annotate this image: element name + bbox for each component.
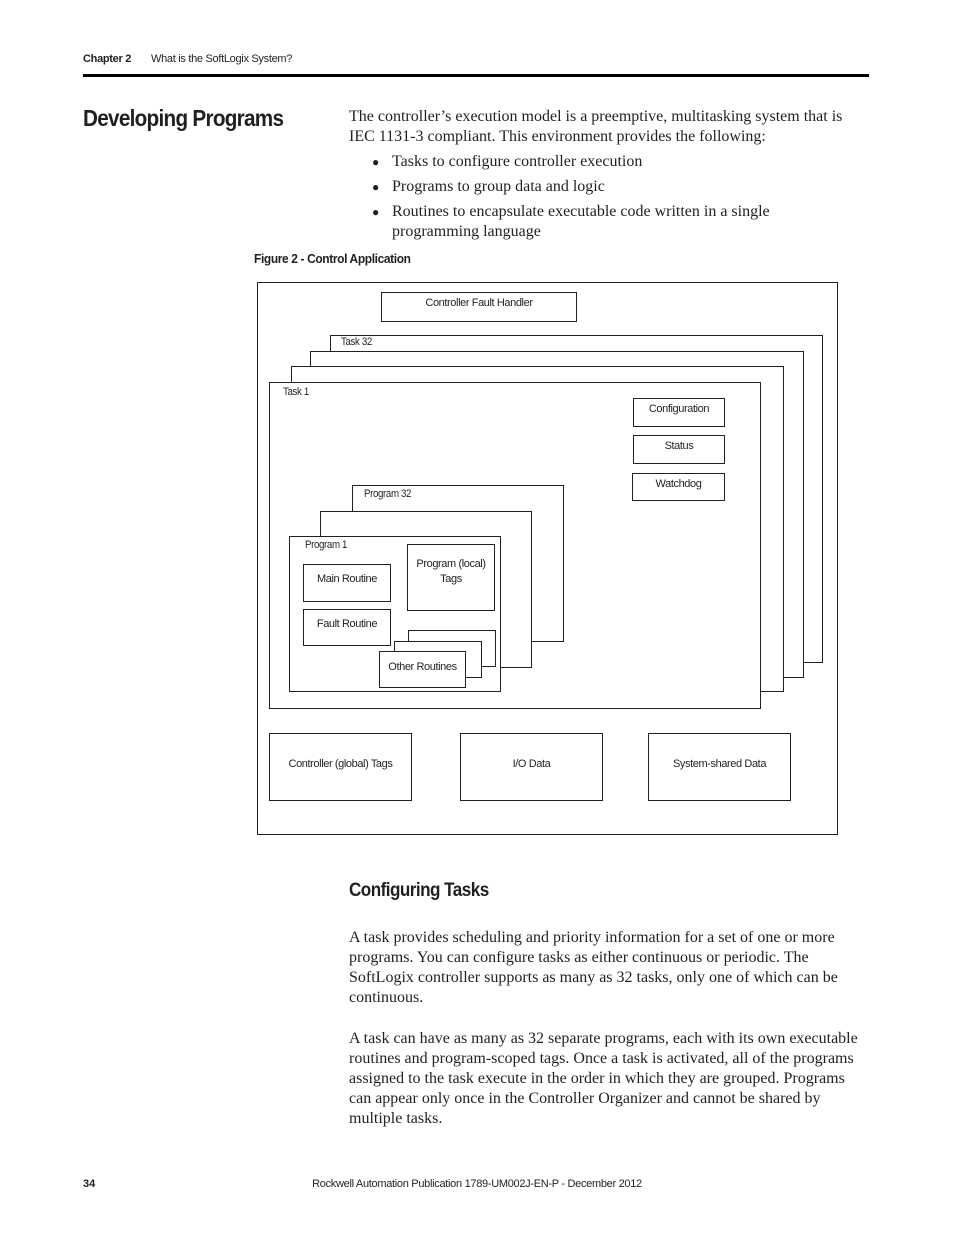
publication-info: Rockwell Automation Publication 1789-UM0… [312, 1178, 642, 1190]
main-routine-box: Main Routine [303, 564, 391, 602]
bullet-item: ● Tasks to configure controller execution [372, 153, 643, 170]
configuration-box: Configuration [633, 398, 725, 427]
header-rule [83, 74, 869, 77]
subsection-title: Configuring Tasks [349, 880, 489, 901]
controller-fault-handler-box: Controller Fault Handler [381, 292, 577, 322]
system-shared-data-box: System-shared Data [648, 733, 791, 801]
io-data-box: I/O Data [460, 733, 603, 801]
paragraph: A task provides scheduling and priority … [349, 929, 838, 1006]
intro-paragraph: The controller’s execution model is a pr… [349, 108, 843, 145]
bullet-item: ● Routines to encapsulate executable code… [372, 203, 770, 240]
chapter-title: What is the SoftLogix System? [151, 53, 293, 65]
bullet-icon: ● [372, 180, 380, 194]
chapter-label: Chapter 2 [83, 53, 132, 65]
other-routines-box: Other Routines [379, 651, 466, 688]
status-box: Status [633, 435, 725, 464]
bullet-icon: ● [372, 155, 380, 169]
fault-routine-box: Fault Routine [303, 609, 391, 646]
controller-global-tags-box: Controller (global) Tags [269, 733, 412, 801]
bullet-icon: ● [372, 205, 380, 219]
watchdog-box: Watchdog [632, 473, 725, 501]
bullet-list: ● Tasks to configure controller execution… [349, 152, 849, 247]
section-title: Developing Programs [83, 105, 284, 131]
program-local-tags-box: Program (local) Tags [407, 544, 495, 611]
figure-caption: Figure 2 - Control Application [254, 251, 411, 266]
bullet-item: ● Programs to group data and logic [372, 178, 605, 195]
paragraph: A task can have as many as 32 separate p… [349, 1030, 858, 1127]
